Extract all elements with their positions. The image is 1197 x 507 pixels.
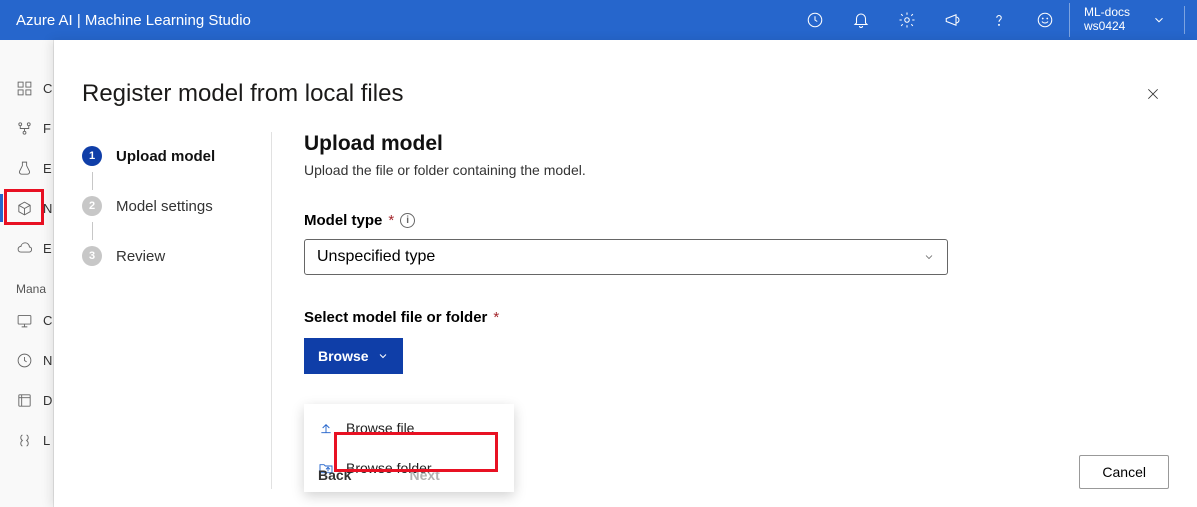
panel-body: 1 Upload model 2 Model settings 3 Review…: [82, 132, 1169, 489]
model-type-label: Model type* i: [304, 212, 1169, 229]
browse-button[interactable]: Browse: [304, 338, 403, 374]
step-review[interactable]: 3 Review: [82, 240, 271, 272]
wizard-nav-buttons: Back Next: [304, 461, 454, 489]
chevron-down-icon: [923, 251, 935, 263]
wizard-steps: 1 Upload model 2 Model settings 3 Review: [82, 132, 272, 489]
workspace-org: ML-docs: [1084, 6, 1130, 20]
clock-icon[interactable]: [793, 0, 837, 40]
cancel-button[interactable]: Cancel: [1079, 455, 1169, 489]
header-actions: ML-docs ws0424: [793, 0, 1185, 40]
model-type-select[interactable]: Unspecified type: [304, 239, 948, 275]
back-button[interactable]: Back: [304, 461, 365, 489]
left-nav: C F E N E Mana C N D L: [0, 40, 54, 507]
sidebar-item-1[interactable]: F: [0, 108, 53, 148]
megaphone-icon[interactable]: [931, 0, 975, 40]
form-area: Upload model Upload the file or folder c…: [272, 132, 1169, 489]
step-model-settings[interactable]: 2 Model settings: [82, 190, 271, 222]
panel-title: Register model from local files: [82, 80, 403, 108]
sidebar-item-2[interactable]: E: [0, 148, 53, 188]
browse-file-item[interactable]: Browse file: [304, 408, 514, 448]
info-icon[interactable]: i: [400, 213, 415, 228]
select-file-label: Select model file or folder*: [304, 309, 1169, 326]
sidebar-manage-2[interactable]: D: [0, 380, 53, 420]
bell-icon[interactable]: [839, 0, 883, 40]
divider: [1184, 6, 1185, 34]
chevron-down-icon: [1152, 13, 1166, 27]
sidebar-manage-1[interactable]: N: [0, 340, 53, 380]
step-connector: [92, 222, 93, 240]
form-subheading: Upload the file or folder containing the…: [304, 162, 1169, 178]
sidebar-item-0[interactable]: C: [0, 68, 53, 108]
sidebar-manage-3[interactable]: L: [0, 420, 53, 460]
section-manage: Mana: [0, 268, 53, 300]
register-model-panel: Register model from local files 1 Upload…: [54, 40, 1197, 507]
form-heading: Upload model: [304, 132, 1169, 156]
upload-file-icon: [318, 420, 334, 436]
help-icon[interactable]: [977, 0, 1021, 40]
next-button: Next: [395, 461, 453, 489]
app-header: Azure AI | Machine Learning Studio ML-do…: [0, 0, 1197, 40]
smiley-icon[interactable]: [1023, 0, 1067, 40]
sidebar-item-models[interactable]: N: [0, 188, 53, 228]
step-connector: [92, 172, 93, 190]
chevron-down-icon: [377, 350, 389, 362]
step-upload-model[interactable]: 1 Upload model: [82, 140, 271, 172]
sidebar-manage-0[interactable]: C: [0, 300, 53, 340]
workspace-picker[interactable]: ML-docs ws0424: [1069, 3, 1174, 37]
close-icon[interactable]: [1137, 78, 1169, 110]
panel-header: Register model from local files: [82, 78, 1169, 110]
sidebar-item-4[interactable]: E: [0, 228, 53, 268]
workspace-name: ws0424: [1084, 20, 1130, 34]
gear-icon[interactable]: [885, 0, 929, 40]
app-title: Azure AI | Machine Learning Studio: [16, 12, 793, 29]
model-type-value: Unspecified type: [317, 248, 435, 266]
